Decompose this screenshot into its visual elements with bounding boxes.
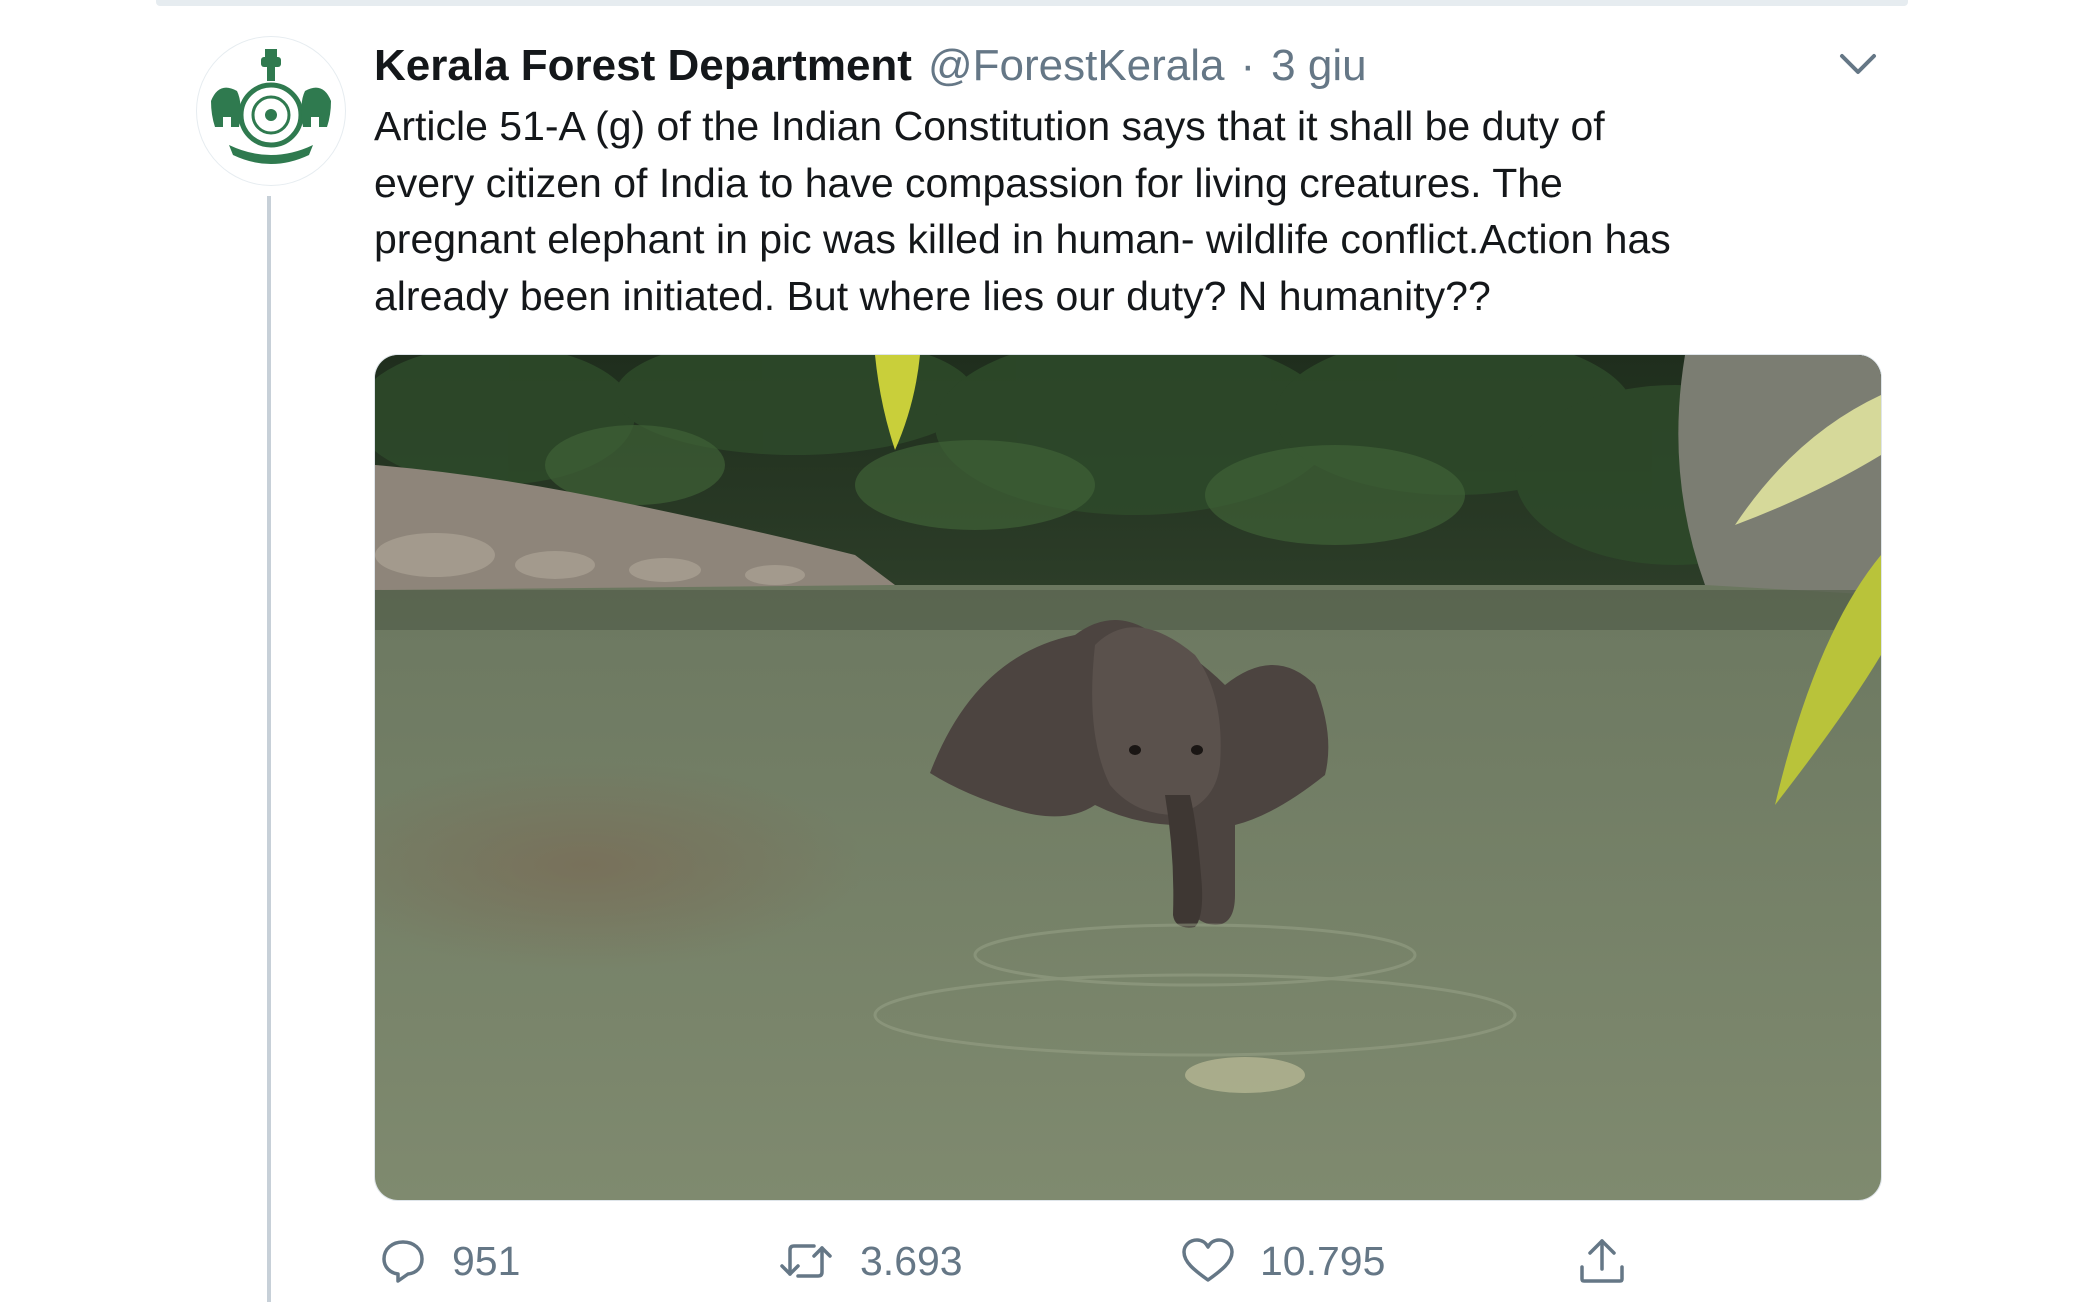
retweet-count: 3.693 bbox=[860, 1237, 963, 1284]
handle[interactable]: @ForestKerala bbox=[928, 36, 1225, 96]
reply-count: 951 bbox=[452, 1237, 521, 1284]
tweet-header: Kerala Forest Department @ForestKerala ·… bbox=[374, 36, 1367, 96]
share-upload-icon bbox=[1580, 1239, 1624, 1283]
thread-line bbox=[267, 196, 271, 1302]
tweet-text-line: Article 51-A (g) of the Indian Constitut… bbox=[374, 103, 1605, 149]
chevron-down-icon bbox=[1840, 54, 1876, 74]
display-name[interactable]: Kerala Forest Department bbox=[374, 36, 912, 96]
top-divider bbox=[156, 0, 1908, 6]
avatar[interactable] bbox=[196, 36, 346, 186]
heart-icon bbox=[1182, 1238, 1234, 1282]
retweet-icon bbox=[780, 1244, 832, 1278]
state-emblem-logo bbox=[205, 45, 337, 177]
retweet-button[interactable]: 3.693 bbox=[776, 1226, 963, 1296]
like-count: 10.795 bbox=[1260, 1237, 1386, 1284]
separator-dot: · bbox=[1240, 41, 1256, 90]
reply-bubble-icon bbox=[382, 1240, 424, 1283]
tweet-text-line: already been initiated. But where lies o… bbox=[374, 272, 1491, 319]
reply-button[interactable]: 951 bbox=[378, 1226, 520, 1296]
tweet-photo[interactable] bbox=[374, 354, 1882, 1201]
tweet-text-line: every citizen of India to have compassio… bbox=[374, 159, 1563, 206]
timestamp[interactable]: 3 giu bbox=[1271, 36, 1366, 96]
tweet-actions: 951 3.693 10.795 bbox=[374, 1226, 1880, 1296]
tweet-text-line: pregnant elephant in pic was killed in h… bbox=[374, 216, 1671, 262]
like-button[interactable]: 10.795 bbox=[1180, 1226, 1385, 1296]
more-options-caret[interactable] bbox=[1836, 48, 1880, 80]
elephant-in-river-photo bbox=[375, 355, 1881, 1200]
share-button[interactable] bbox=[1576, 1226, 1628, 1296]
tweet-text: Article 51-A (g) of the Indian Constitut… bbox=[374, 98, 1844, 324]
